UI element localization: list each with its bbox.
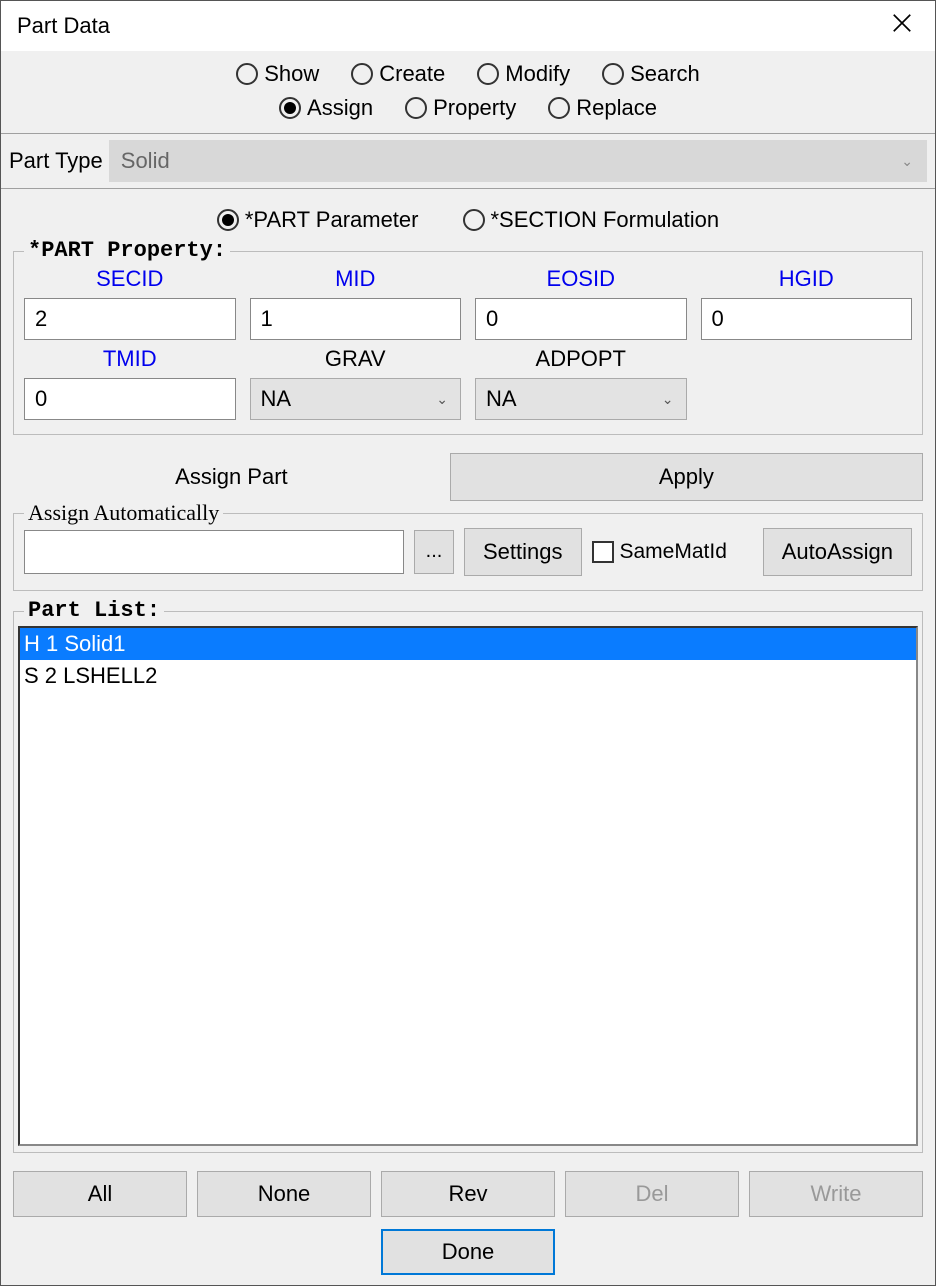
part-list[interactable]: H 1 Solid1S 2 LSHELL2	[18, 626, 918, 1146]
part-type-select[interactable]: Solid ⌄	[109, 140, 927, 182]
col-header-eosid[interactable]: EOSID	[475, 264, 687, 294]
mode-radio-modify[interactable]: Modify	[477, 61, 570, 87]
samematid-checkbox[interactable]: SameMatId	[592, 540, 727, 564]
part-type-label: Part Type	[9, 148, 103, 174]
select-adpopt[interactable]: NA⌄	[475, 378, 687, 420]
radio-icon	[477, 63, 499, 85]
part-list-fieldset: Part List: H 1 Solid1S 2 LSHELL2	[13, 611, 923, 1153]
settings-button[interactable]: Settings	[464, 528, 582, 576]
radio-icon	[602, 63, 624, 85]
part-list-legend: Part List:	[24, 598, 164, 623]
all-button[interactable]: All	[13, 1171, 187, 1217]
close-icon	[891, 12, 913, 34]
input-secid[interactable]	[24, 298, 236, 340]
chevron-down-icon: ⌄	[662, 391, 674, 408]
param-radio[interactable]: *PART Parameter	[217, 207, 419, 233]
radio-icon	[279, 97, 301, 119]
radio-icon	[548, 97, 570, 119]
assign-part-label: Assign Part	[13, 464, 450, 490]
input-eosid[interactable]	[475, 298, 687, 340]
chevron-down-icon: ⌄	[436, 391, 448, 408]
col-header-hgid[interactable]: HGID	[701, 264, 913, 294]
param-radio[interactable]: *SECTION Formulation	[463, 207, 720, 233]
col-header-tmid[interactable]: TMID	[24, 344, 236, 374]
part-type-row: Part Type Solid ⌄	[1, 134, 935, 189]
rev-button[interactable]: Rev	[381, 1171, 555, 1217]
col-header-adpopt: ADPOPT	[475, 344, 687, 374]
part-data-dialog: Part Data Show Create Modify Search Assign P…	[0, 0, 936, 1286]
mode-radio-property[interactable]: Property	[405, 95, 516, 121]
write-button[interactable]: Write	[749, 1171, 923, 1217]
window-title: Part Data	[17, 13, 110, 39]
apply-button[interactable]: Apply	[450, 453, 923, 501]
mode-radio-assign[interactable]: Assign	[279, 95, 373, 121]
titlebar: Part Data	[1, 1, 935, 51]
radio-icon	[463, 209, 485, 231]
radio-icon	[351, 63, 373, 85]
chevron-down-icon: ⌄	[901, 153, 913, 170]
mode-radio-replace[interactable]: Replace	[548, 95, 657, 121]
parameter-radio-group: *PART Parameter *SECTION Formulation	[9, 189, 927, 245]
mode-radio-show[interactable]: Show	[236, 61, 319, 87]
autoassign-button[interactable]: AutoAssign	[763, 528, 912, 576]
mode-radio-create[interactable]: Create	[351, 61, 445, 87]
part-property-legend: *PART Property:	[24, 238, 230, 263]
mode-radio-search[interactable]: Search	[602, 61, 700, 87]
col-header-mid[interactable]: MID	[250, 264, 462, 294]
list-buttons-row: All None Rev Del Write	[13, 1171, 923, 1217]
radio-icon	[217, 209, 239, 231]
list-item[interactable]: H 1 Solid1	[20, 628, 916, 660]
checkbox-icon	[592, 541, 614, 563]
browse-button[interactable]: ...	[414, 530, 454, 574]
select-grav[interactable]: NA⌄	[250, 378, 462, 420]
close-button[interactable]	[883, 8, 921, 44]
assign-automatically-fieldset: Assign Automatically ... Settings SameMa…	[13, 513, 923, 591]
radio-icon	[405, 97, 427, 119]
mode-radio-group: Show Create Modify Search Assign Property Rep…	[9, 51, 927, 129]
input-mid[interactable]	[250, 298, 462, 340]
auto-legend: Assign Automatically	[24, 500, 223, 526]
input-tmid[interactable]	[24, 378, 236, 420]
auto-input[interactable]	[24, 530, 404, 574]
list-item[interactable]: S 2 LSHELL2	[20, 660, 916, 692]
input-hgid[interactable]	[701, 298, 913, 340]
del-button[interactable]: Del	[565, 1171, 739, 1217]
none-button[interactable]: None	[197, 1171, 371, 1217]
col-header-grav: GRAV	[250, 344, 462, 374]
part-property-fieldset: *PART Property: SECIDMIDEOSIDHGIDTMIDGRA…	[13, 251, 923, 435]
radio-icon	[236, 63, 258, 85]
done-button[interactable]: Done	[381, 1229, 555, 1275]
col-header-secid[interactable]: SECID	[24, 264, 236, 294]
